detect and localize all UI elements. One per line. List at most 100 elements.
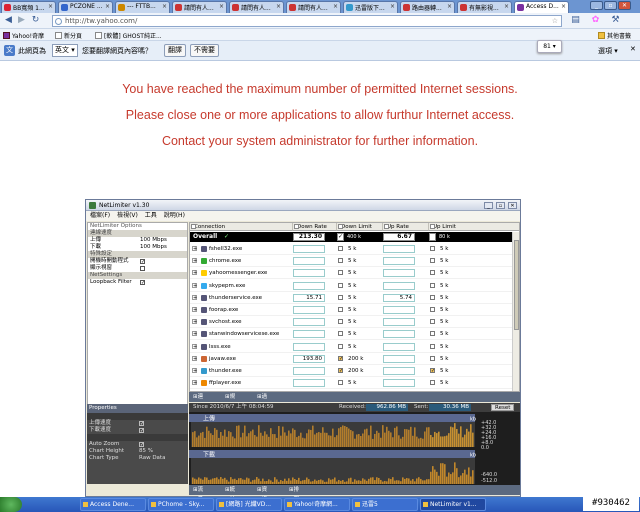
bookmark-ghost[interactable]: [軟體] GHOST純正... — [95, 31, 162, 40]
menu-help[interactable]: 說明(H) — [164, 212, 185, 219]
overall-row[interactable]: Overall ✓ 213.30 ✓ 400 k 6.67 80 k — [190, 232, 514, 242]
browser-tab[interactable]: BB寬頻 1... × — [1, 1, 56, 13]
option-checkbox[interactable]: ✓ — [140, 280, 145, 286]
down-limit-checkbox[interactable] — [338, 246, 343, 251]
no-translate-button[interactable]: 不需要 — [190, 44, 219, 57]
down-limit-checkbox[interactable] — [338, 294, 343, 300]
up-limit-value[interactable]: 5 k — [440, 316, 448, 328]
property-row[interactable]: 上傳速度 ✓ — [87, 420, 188, 427]
property-checkbox[interactable]: ✓ — [139, 428, 144, 434]
tab-connections[interactable]: ⊞ 連線 — [193, 392, 203, 410]
taskbar-item[interactable]: Yahoo!奇摩網... — [284, 498, 350, 511]
close-tab-icon[interactable]: × — [276, 3, 281, 10]
down-limit-checkbox[interactable]: ✓ — [338, 355, 343, 361]
expand-icon[interactable]: + — [192, 270, 197, 276]
expand-icon[interactable]: + — [192, 319, 197, 325]
down-limit-value[interactable]: 5 k — [348, 255, 356, 267]
up-limit-checkbox[interactable] — [430, 282, 435, 288]
up-limit-checkbox[interactable] — [430, 331, 435, 337]
browser-tab[interactable]: Access D... × — [514, 1, 569, 13]
browser-tab[interactable]: 請問有人... × — [229, 1, 284, 13]
table-row[interactable]: + svchost.exe 5 k 5 k — [190, 316, 514, 329]
down-limit-value[interactable]: 5 k — [348, 243, 356, 255]
table-row[interactable]: + foorap.exe 5 k 5 k — [190, 304, 514, 316]
close-tab-icon[interactable]: × — [447, 3, 452, 10]
bookmark-yahoo[interactable]: Yahoo!奇摩 — [3, 31, 44, 40]
col-up-limit[interactable]: Up Limit — [429, 223, 519, 231]
table-row[interactable]: + javaw.exe 193.80 ✓ 200 k 5 k — [190, 353, 514, 365]
close-window-button[interactable]: ✕ — [618, 1, 631, 10]
close-tab-icon[interactable]: × — [504, 3, 509, 10]
expand-icon[interactable]: + — [192, 258, 197, 264]
language-select[interactable]: 英文 ▾ — [52, 44, 78, 57]
down-limit-value[interactable]: 5 k — [348, 304, 356, 316]
down-limit-checkbox[interactable] — [338, 380, 343, 386]
up-limit-checkbox[interactable] — [430, 355, 435, 361]
table-row[interactable]: + chrome.exe 5 k 5 k — [190, 255, 514, 268]
nl-minimize-button[interactable]: _ — [484, 202, 493, 209]
up-limit-checkbox[interactable] — [430, 294, 435, 300]
close-tab-icon[interactable]: × — [333, 3, 338, 10]
expand-icon[interactable]: + — [192, 355, 197, 361]
wrench-menu-icon[interactable]: ⚒ — [610, 15, 621, 26]
nl-maximize-button[interactable]: ▫ — [496, 202, 505, 209]
col-down-rate[interactable]: Down Rate — [293, 223, 337, 231]
down-limit-checkbox[interactable] — [338, 282, 343, 288]
expand-icon[interactable]: + — [192, 331, 197, 337]
up-limit-value[interactable]: 5 k — [440, 267, 448, 279]
down-limit-value[interactable]: 200 k — [348, 365, 363, 377]
down-limit-value[interactable]: 5 k — [348, 316, 356, 328]
down-limit-value[interactable]: 200 k — [348, 353, 363, 365]
expand-icon[interactable]: + — [192, 368, 197, 374]
up-limit-checkbox[interactable] — [430, 319, 435, 325]
tab-rules[interactable]: ⊞ 規則 — [225, 392, 235, 410]
close-translate-icon[interactable]: ✕ — [630, 45, 636, 53]
menu-tools[interactable]: 工具 — [145, 212, 157, 219]
expand-icon[interactable]: + — [192, 380, 197, 386]
property-row[interactable]: 下載速度 ✓ — [87, 427, 188, 434]
expand-icon[interactable]: + — [192, 343, 197, 349]
table-row[interactable]: + yahoomessenger.exe 5 k 5 k — [190, 267, 514, 280]
browser-tab[interactable]: 有無影視... × — [457, 1, 512, 13]
scrollbar-thumb[interactable] — [514, 240, 519, 330]
property-checkbox[interactable]: ✓ — [139, 421, 144, 427]
down-limit-value[interactable]: 5 k — [348, 280, 356, 292]
up-limit-checkbox[interactable] — [430, 270, 435, 276]
browser-tab[interactable]: 請問有人... × — [172, 1, 227, 13]
option-row[interactable]: 顯示視窗 — [88, 265, 187, 272]
overall-up-limit-checkbox[interactable] — [429, 233, 436, 241]
header-checkbox[interactable] — [294, 224, 299, 229]
header-checkbox[interactable] — [338, 224, 343, 229]
down-limit-checkbox[interactable] — [338, 331, 343, 337]
up-limit-checkbox[interactable] — [430, 380, 435, 386]
close-tab-icon[interactable]: × — [219, 3, 224, 10]
table-row[interactable]: + lsss.exe 5 k 5 k — [190, 341, 514, 353]
menu-file[interactable]: 檔案(F) — [90, 212, 110, 219]
overall-down-limit-checkbox[interactable]: ✓ — [337, 233, 344, 241]
up-limit-value[interactable]: 5 k — [440, 353, 448, 365]
tab-schedule[interactable]: ⊞ 排程 — [289, 485, 299, 503]
translate-button[interactable]: 翻譯 — [164, 44, 186, 57]
forward-arrow-icon[interactable]: ▶ — [16, 15, 27, 26]
bookmark-new-tab[interactable]: 新分頁 — [55, 31, 82, 40]
property-checkbox[interactable]: ✓ — [139, 442, 144, 448]
table-row[interactable]: + stanwindowservicese.exe 5 k 5 k — [190, 328, 514, 341]
table-row[interactable]: + skypepm.exe 5 k 5 k — [190, 280, 514, 292]
close-tab-icon[interactable]: × — [162, 3, 167, 10]
up-limit-checkbox[interactable] — [430, 307, 435, 312]
header-checkbox[interactable] — [384, 224, 389, 229]
down-limit-value[interactable]: 5 k — [348, 328, 356, 340]
tab-statistics[interactable]: ⊞ 統計 — [225, 485, 235, 503]
browser-tab[interactable]: 請問有人... × — [286, 1, 341, 13]
up-limit-value[interactable]: 5 k — [440, 304, 448, 316]
up-limit-value[interactable]: 5 k — [440, 328, 448, 340]
translate-options-menu[interactable]: 選項 ▾ — [598, 46, 618, 56]
option-row[interactable]: 開機時開動程式 ✓ — [88, 258, 187, 265]
down-limit-checkbox[interactable] — [338, 307, 343, 312]
option-row[interactable]: 下載 100 Mbps — [88, 244, 187, 251]
up-limit-value[interactable]: 5 k — [440, 377, 448, 389]
option-row[interactable]: Loopback Filter ✓ — [88, 279, 187, 286]
close-tab-icon[interactable]: × — [390, 3, 395, 10]
expand-icon[interactable]: + — [192, 246, 197, 252]
col-connection[interactable]: Connection — [190, 223, 293, 231]
